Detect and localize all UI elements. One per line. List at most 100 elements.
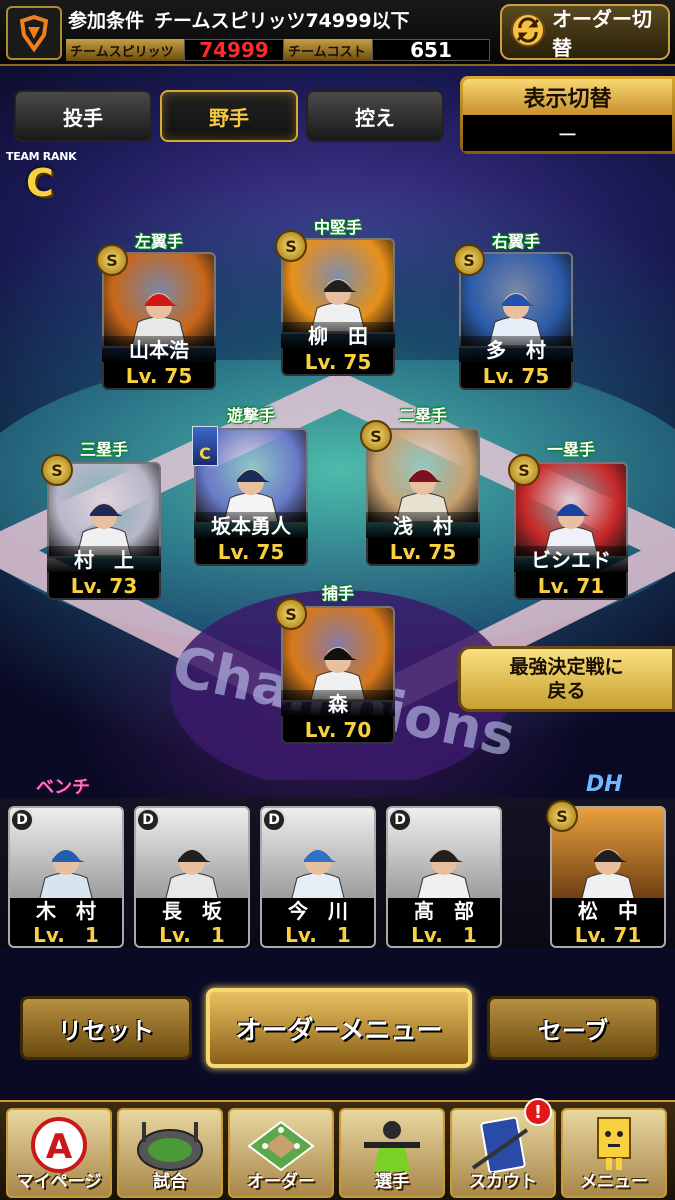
nav-players[interactable]: 選手 bbox=[339, 1108, 445, 1198]
giants-logo-icon bbox=[6, 6, 62, 60]
rarity-s-badge-icon: S bbox=[275, 598, 307, 630]
cost-label: チームコスト bbox=[284, 39, 372, 61]
nav-label: マイページ bbox=[16, 1172, 102, 1192]
svg-text:A: A bbox=[46, 1127, 73, 1167]
player-name: 今 川 bbox=[260, 898, 376, 924]
player-name: 多 村 bbox=[459, 336, 573, 364]
team-rank-value: C bbox=[26, 161, 54, 205]
player-name: 松 中 bbox=[550, 898, 666, 924]
player-card-third-base[interactable]: 三塁手 S 村 上 Lv. 73 bbox=[41, 440, 161, 600]
player-card-left-field[interactable]: 左翼手 S 山本浩 Lv. 75 bbox=[96, 232, 216, 390]
save-button[interactable]: セーブ bbox=[487, 996, 659, 1060]
tab-fielder[interactable]: 野手 bbox=[160, 90, 298, 142]
player-icon bbox=[364, 1121, 420, 1172]
rarity-s-badge-icon: S bbox=[453, 244, 485, 276]
back-button-line2: 戻る bbox=[547, 680, 586, 702]
player-card-first-base[interactable]: 一塁手 S ビシエド Lv. 71 bbox=[508, 440, 628, 600]
cost-value: 651 bbox=[372, 38, 490, 62]
order-menu-button[interactable]: オーダーメニュー bbox=[206, 988, 472, 1068]
player-level: Lv. 1 bbox=[134, 922, 250, 948]
mypage-a-icon: A bbox=[31, 1117, 87, 1173]
rarity-s-badge-icon: S bbox=[275, 230, 307, 262]
action-buttons: リセット オーダーメニュー セーブ bbox=[0, 988, 675, 1068]
player-figure-icon bbox=[416, 849, 472, 902]
nav-mypage[interactable]: A マイページ bbox=[6, 1108, 112, 1198]
condition-label: 参加条件 bbox=[68, 9, 145, 32]
player-name: 森 bbox=[281, 690, 395, 718]
player-card-catcher[interactable]: 捕手 S 森 Lv. 70 bbox=[275, 584, 395, 744]
player-level: Lv. 75 bbox=[102, 362, 216, 390]
player-level: Lv. 71 bbox=[550, 922, 666, 948]
tab-pitcher[interactable]: 投手 bbox=[14, 90, 152, 142]
order-switch-label: オーダー切替 bbox=[552, 7, 652, 60]
back-to-championship-button[interactable]: 最強決定戦に 戻る bbox=[458, 646, 675, 712]
player-figure-icon bbox=[38, 849, 94, 902]
swap-icon bbox=[510, 12, 546, 53]
order-switch-button[interactable]: オーダー切替 bbox=[500, 4, 670, 60]
nav-label: スカウト bbox=[469, 1172, 537, 1192]
nav-menu[interactable]: メニュー bbox=[561, 1108, 667, 1198]
field-order-icon bbox=[247, 1120, 315, 1172]
display-switch-button[interactable]: 表示切替 ー bbox=[460, 76, 675, 154]
player-name: 村 上 bbox=[47, 546, 161, 574]
rarity-d-badge-icon: D bbox=[136, 808, 160, 832]
tab-reserve[interactable]: 控え bbox=[306, 90, 444, 142]
rarity-d-badge-icon: D bbox=[262, 808, 286, 832]
spirits-value: 74999 bbox=[184, 38, 284, 62]
player-level: Lv. 75 bbox=[459, 362, 573, 390]
player-card-shortstop[interactable]: 遊撃手 C 坂本勇人 Lv. 75 bbox=[192, 406, 308, 566]
bench-card[interactable]: D 今 川 Lv. 1 bbox=[260, 806, 376, 948]
position-label: 遊撃手 bbox=[226, 406, 275, 425]
player-name: 木 村 bbox=[8, 898, 124, 924]
player-card-second-base[interactable]: 二塁手 S 浅 村 Lv. 75 bbox=[360, 406, 480, 566]
rarity-s-badge-icon: S bbox=[360, 420, 392, 452]
bottom-nav: A マイページ 試合 オーダー 選手 スカウト メニュー bbox=[0, 1100, 675, 1200]
player-name: 山本浩 bbox=[102, 336, 216, 364]
player-level: Lv. 71 bbox=[514, 572, 628, 600]
player-level: Lv. 70 bbox=[281, 716, 395, 744]
position-tabs: 投手 野手 控え bbox=[14, 90, 444, 142]
spirits-label: チームスピリッツ bbox=[66, 39, 184, 61]
player-name: 柳 田 bbox=[281, 322, 395, 350]
menu-mascot-icon bbox=[597, 1117, 631, 1170]
player-name: ビシエド bbox=[514, 546, 628, 574]
nav-label: 試合 bbox=[153, 1172, 187, 1192]
nav-label: オーダー bbox=[247, 1172, 315, 1192]
player-level: Lv. 1 bbox=[386, 922, 502, 948]
nav-game[interactable]: 試合 bbox=[117, 1108, 223, 1198]
player-name: 髙 部 bbox=[386, 898, 502, 924]
player-level: Lv. 73 bbox=[47, 572, 161, 600]
player-level: Lv. 1 bbox=[260, 922, 376, 948]
player-level: Lv. 1 bbox=[8, 922, 124, 948]
header-bar: 参加条件 チームスピリッツ74999以下 チームスピリッツ 74999 チームコ… bbox=[0, 0, 675, 66]
player-level: Lv. 75 bbox=[366, 538, 480, 566]
scout-card-icon bbox=[471, 1116, 529, 1174]
reset-button[interactable]: リセット bbox=[20, 996, 192, 1060]
player-card-center-field[interactable]: 中堅手 S 柳 田 Lv. 75 bbox=[275, 218, 395, 376]
player-level: Lv. 75 bbox=[281, 348, 395, 376]
nav-label: 選手 bbox=[375, 1172, 409, 1192]
nav-order[interactable]: オーダー bbox=[228, 1108, 334, 1198]
player-name: 浅 村 bbox=[366, 512, 480, 540]
player-figure-icon bbox=[580, 849, 636, 902]
team-rank: TEAM RANK C bbox=[6, 150, 96, 203]
bench-card[interactable]: D 長 坂 Lv. 1 bbox=[134, 806, 250, 948]
bench-card[interactable]: D 髙 部 Lv. 1 bbox=[386, 806, 502, 948]
player-figure-icon bbox=[290, 849, 346, 902]
entry-condition: 参加条件 チームスピリッツ74999以下 bbox=[68, 4, 410, 34]
stadium-icon bbox=[137, 1122, 203, 1171]
dh-card[interactable]: S 松 中 Lv. 71 bbox=[546, 800, 666, 948]
display-switch-value: ー bbox=[463, 115, 672, 151]
condition-value: チームスピリッツ74999以下 bbox=[154, 9, 410, 32]
back-button-line1: 最強決定戦に bbox=[509, 656, 624, 678]
player-figure-icon bbox=[164, 849, 220, 902]
player-card-right-field[interactable]: 右翼手 S 多 村 Lv. 75 bbox=[453, 232, 573, 390]
bench-label: ベンチ bbox=[36, 777, 90, 798]
bench-card[interactable]: D 木 村 Lv. 1 bbox=[8, 806, 124, 948]
rarity-d-badge-icon: D bbox=[10, 808, 34, 832]
rarity-s-badge-icon: S bbox=[508, 454, 540, 486]
team-stats: チームスピリッツ 74999 チームコスト 651 bbox=[66, 38, 496, 62]
rarity-c-badge-icon: C bbox=[192, 426, 218, 466]
rarity-s-badge-icon: S bbox=[41, 454, 73, 486]
display-switch-title: 表示切替 bbox=[463, 79, 672, 115]
